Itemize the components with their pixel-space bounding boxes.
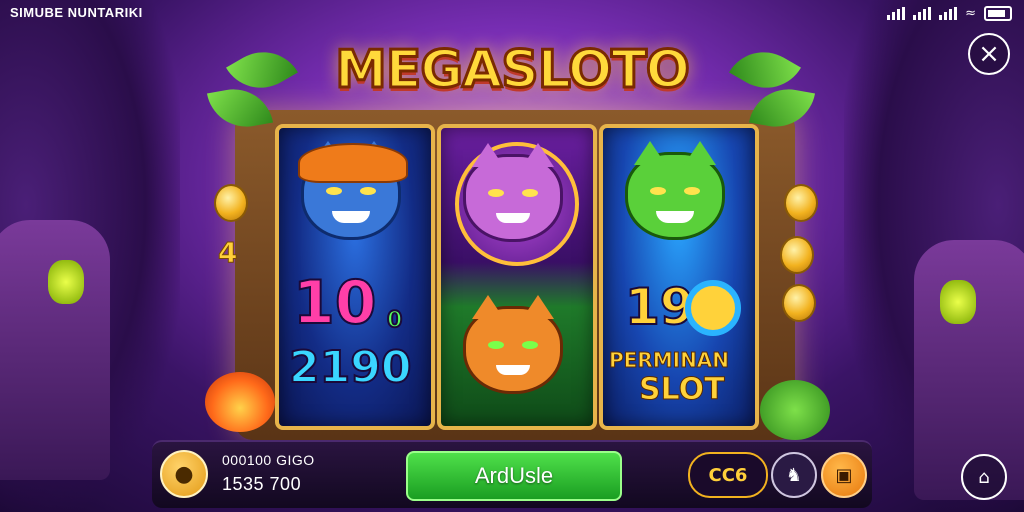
coin-icon [780, 236, 814, 274]
player-avatar[interactable]: ● [160, 450, 208, 498]
reel-3-label-line2: SLOT [639, 372, 726, 408]
game-logo: MEGASLOTO [334, 39, 692, 102]
purple-cat-icon [461, 143, 565, 244]
wifi-icon: ≈ [965, 6, 976, 21]
balance-label: 000100 GIGO [222, 452, 315, 468]
battery-icon [984, 6, 1012, 21]
balance-value: 1535 700 [222, 474, 302, 494]
coin-icon [784, 184, 818, 222]
auto-spin-button[interactable]: CC6 [688, 452, 768, 498]
robot-visor-icon [940, 280, 976, 324]
orange-cat-icon [461, 295, 565, 396]
home-button[interactable]: ⌂ [961, 454, 1007, 500]
figure-icon: ♞ [785, 464, 803, 486]
flower-decoration [205, 372, 275, 432]
coin-icon [782, 284, 816, 322]
reel-2 [437, 124, 597, 430]
robot-visor-icon [48, 260, 84, 304]
close-icon: × [978, 39, 1000, 69]
bet-settings-button[interactable]: ♞ [771, 452, 817, 498]
reel-3: 19 PERMINAN SLOT [599, 124, 759, 430]
robot-left [0, 220, 110, 480]
reel-1-small-number: 0 [386, 307, 403, 334]
paytable-icon: ▣ [835, 464, 853, 486]
signal-icon [913, 7, 932, 20]
signal-icon [887, 7, 906, 20]
reel-1: 10 0 2190 [275, 124, 435, 430]
close-button[interactable]: × [968, 33, 1010, 75]
status-icons: ≈ [887, 6, 1012, 21]
coin-icon [214, 184, 248, 222]
reel-1-number: 10 [292, 267, 377, 339]
spin-button[interactable]: ArdUsle [406, 451, 622, 501]
reel-3-label-line1: PERMINAN [608, 348, 730, 373]
reel-1-bottom-number: 2190 [288, 341, 412, 394]
status-carrier: SIMUBE NUNTARIKI [10, 5, 143, 20]
hat-cat-icon [298, 141, 408, 242]
home-icon: ⌂ [978, 466, 990, 488]
green-cat-icon [623, 141, 727, 242]
key-icon [685, 280, 741, 336]
coin-face-icon: ● [174, 461, 194, 487]
side-number: 4 [217, 236, 238, 270]
signal-icon [939, 7, 958, 20]
paytable-button[interactable]: ▣ [821, 452, 867, 498]
flower-decoration [760, 380, 830, 440]
